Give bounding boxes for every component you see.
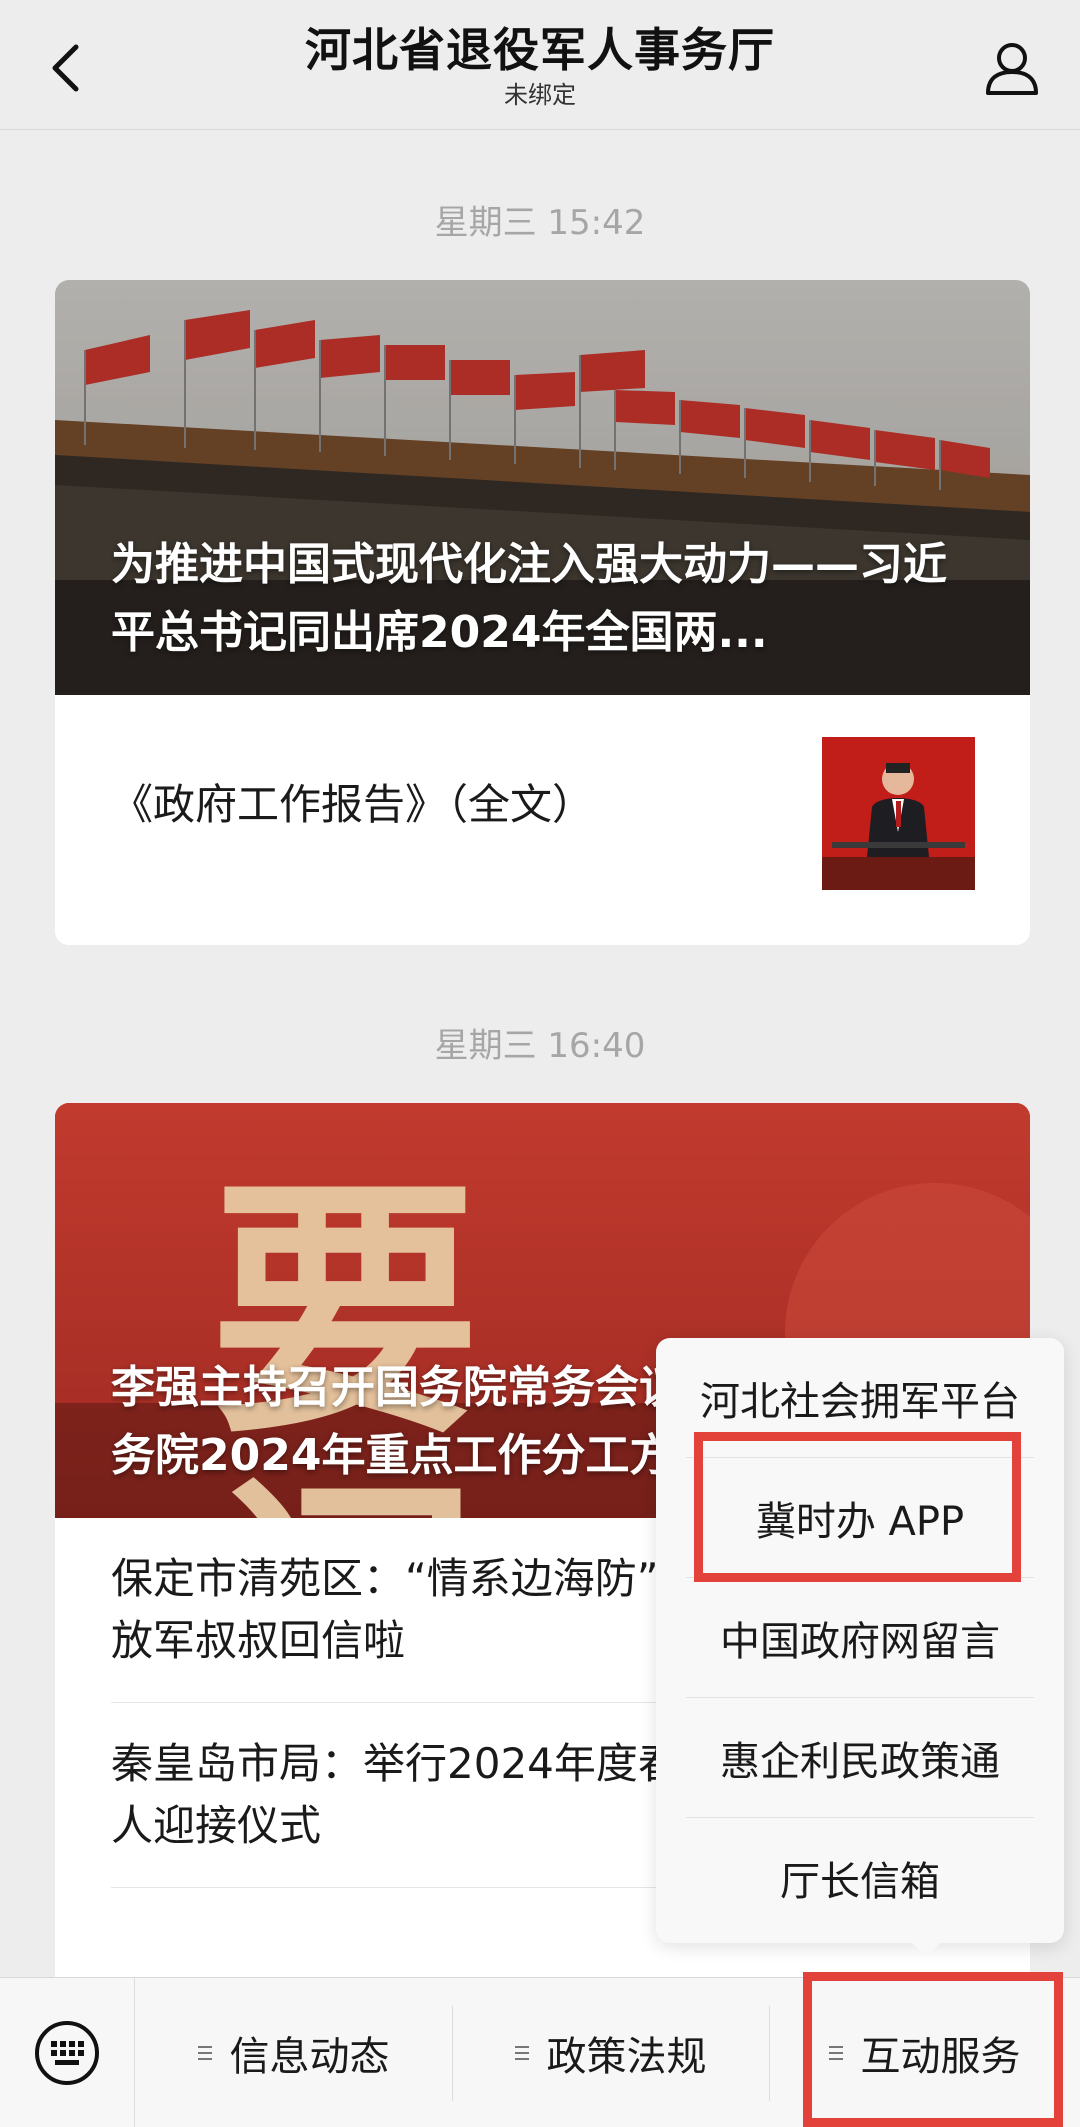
menu-item-policy-service[interactable]: 惠企利民政策通: [686, 1698, 1034, 1818]
chevron-left-icon: [52, 44, 79, 92]
bind-status: 未绑定: [504, 81, 576, 109]
menu-label: 政策法规: [546, 2034, 707, 2080]
chat-header: 河北省退役军人事务厅 未绑定: [0, 0, 1080, 130]
menu-policy-regulations[interactable]: 政策法规: [452, 1978, 769, 2127]
profile-button[interactable]: [982, 38, 1042, 98]
sub-article-thumbnail: [822, 737, 975, 890]
interactive-services-menu: 河北社会拥军平台 冀时办 APP 中国政府网留言 惠企利民政策通 厅长信箱: [656, 1338, 1064, 1957]
menu-lines-icon: [514, 2044, 529, 2062]
page-title: 河北省退役军人事务厅: [305, 23, 775, 77]
message-timestamp: 星期三 15:42: [434, 203, 646, 243]
sub-article-title: 《政府工作报告》（全文）: [111, 780, 595, 829]
article-card: 为推进中国式现代化注入强大动力——习近平总书记同出席2024年全国两... 《政…: [55, 280, 1030, 945]
highlight-box-services: [803, 1972, 1063, 2127]
menu-item-director-mailbox[interactable]: 厅长信箱: [686, 1818, 1034, 1938]
sub-article[interactable]: 《政府工作报告》（全文）: [55, 695, 1030, 945]
back-button[interactable]: [40, 38, 90, 98]
menu-lines-icon: [197, 2044, 212, 2062]
message-timestamp: 星期三 16:40: [434, 1026, 646, 1066]
highlight-box-app: [694, 1432, 1021, 1582]
keyboard-toggle-button[interactable]: [0, 1978, 135, 2127]
cover-title: 为推进中国式现代化注入强大动力——习近平总书记同出席2024年全国两...: [111, 539, 947, 658]
menu-label: 信息动态: [229, 2034, 390, 2080]
menu-info-news[interactable]: 信息动态: [135, 1978, 452, 2127]
keyboard-icon: [35, 2021, 99, 2085]
title-block: 河北省退役军人事务厅 未绑定: [200, 22, 880, 110]
user-icon: [986, 43, 1038, 95]
menu-item-gov-website-message[interactable]: 中国政府网留言: [686, 1578, 1034, 1698]
cover-article[interactable]: 为推进中国式现代化注入强大动力——习近平总书记同出席2024年全国两...: [55, 280, 1030, 695]
